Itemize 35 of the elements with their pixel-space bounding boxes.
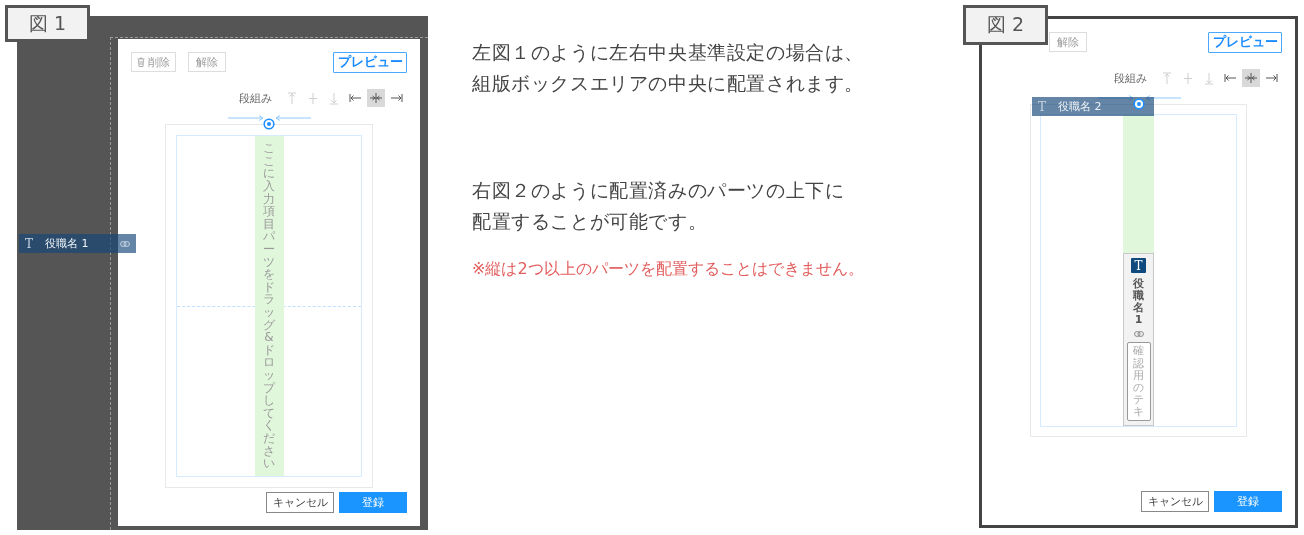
guide-arrow [228, 115, 264, 121]
preview-button[interactable]: プレビュー [1208, 31, 1282, 53]
note-line: 左図１のように左右中央基準設定の場合は、 [472, 40, 865, 65]
link-icon [1133, 331, 1144, 338]
columns-label: 段組み [239, 90, 272, 106]
input-field[interactable]: 確認用のテキ [1126, 342, 1151, 421]
text-type-icon: T [25, 236, 37, 251]
drop-hint: ここに入力項目パーツをドラッグ&ドロップしてください [263, 142, 275, 470]
figure-label: 図 2 [963, 5, 1048, 45]
guide-arrow [1144, 95, 1181, 101]
figure-label: 図 1 [5, 5, 90, 42]
placed-part[interactable]: T 役職名1 確認用のテキ [1123, 253, 1154, 426]
text-type-icon: T [1131, 258, 1146, 274]
trash-icon [137, 57, 145, 67]
guide-arrow [1097, 95, 1134, 101]
note-line: 右図２のように配置済みのパーツの上下に [472, 178, 846, 203]
warning-note: ※縦は2つ以上のパーツを配置することはできません。 [472, 259, 865, 279]
guide-arrow [275, 115, 311, 121]
align-center-button[interactable] [367, 89, 385, 107]
preview-button[interactable]: プレビュー [333, 51, 407, 73]
dragged-part[interactable]: T 役職名 1 [19, 234, 136, 253]
link-icon [120, 240, 130, 247]
register-button[interactable]: 登録 [1214, 491, 1282, 512]
input-placeholder: 確認用のテキ [1133, 345, 1144, 418]
part-label: 役職名 1 [45, 236, 89, 251]
note-line: 組版ボックスエリアの中央に配置されます。 [472, 71, 865, 96]
part-label: 役職名 2 [1058, 99, 1102, 114]
cancel-button[interactable]: キャンセル [266, 492, 334, 513]
columns-label: 段組み [1114, 70, 1147, 86]
register-button[interactable]: 登録 [339, 492, 407, 513]
part-label: 役職名1 [1133, 278, 1144, 327]
note-line: 配置することが可能です。 [472, 209, 709, 234]
text-type-icon: T [1038, 99, 1050, 114]
cancel-button[interactable]: キャンセル [1141, 491, 1209, 512]
align-center-button[interactable] [1242, 69, 1260, 87]
